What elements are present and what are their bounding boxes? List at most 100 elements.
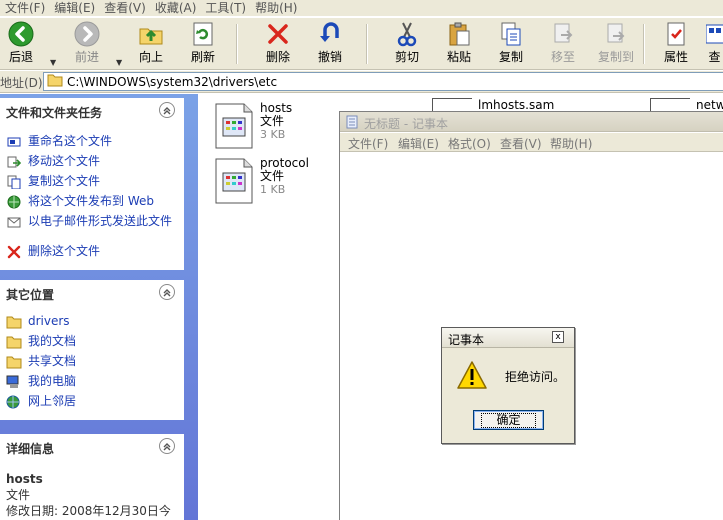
copy-to-icon [602,20,630,48]
forward-arrow-icon [73,20,101,48]
copy-to-button[interactable]: 复制到 [598,20,634,68]
file-icon-lmhosts[interactable] [432,98,472,111]
properties-icon [662,20,690,48]
task-move[interactable]: 移动这个文件 [6,154,176,170]
folder-icon [6,354,22,370]
file-tasks-title: 文件和文件夹任务 [6,106,103,120]
undo-button[interactable]: 撤销 [315,20,345,68]
move-to-button[interactable]: 移至 [548,20,578,68]
notepad-menu-edit[interactable]: 编辑(E) [398,135,439,152]
folder-icon [6,314,22,330]
menu-edit[interactable]: 编辑(E) [51,1,101,16]
place-network-label: 网上邻居 [28,394,77,408]
properties-label: 属性 [663,50,688,64]
back-label: 后退 [8,50,33,64]
task-delete-label: 删除这个文件 [28,244,101,258]
notepad-menu-help[interactable]: 帮助(H) [550,135,592,152]
menu-help[interactable]: 帮助(H) [252,1,303,16]
menu-view[interactable]: 查看(V) [101,1,152,16]
delete-button[interactable]: 删除 [263,20,293,68]
folder-icon [47,73,63,90]
details-file-type: 文件 [6,488,31,502]
notepad-menu-view[interactable]: 查看(V) [500,135,542,152]
folder-icon [6,334,22,350]
file-meta: protocol 文件 1 KB [260,157,309,205]
copy-button[interactable]: 复制 [496,20,526,68]
explorer-toolbar: 后退 ▼ 前进 ▼ 向上 刷新 删除 撤销 剪切 粘贴 复制 移至 复制到 属性… [0,18,723,70]
cut-button[interactable]: 剪切 [392,20,422,68]
task-copy[interactable]: 复制这个文件 [6,174,176,190]
copy-to-label: 复制到 [598,50,635,64]
other-places-title: 其它位置 [6,288,55,302]
notepad-title: 无标题 - 记事本 [364,117,448,131]
dialog-title: 记事本 [448,333,485,347]
up-button[interactable]: 向上 [136,20,166,68]
address-label: 地址(D) [0,76,43,90]
menu-favorites[interactable]: 收藏(A) [152,1,203,16]
task-email-label: 以电子邮件形式发送此文件 [28,214,173,228]
collapse-icon[interactable] [159,438,175,454]
place-my-computer[interactable]: 我的电脑 [6,374,176,390]
task-email[interactable]: 以电子邮件形式发送此文件 [6,214,176,230]
delete-x-icon [264,20,292,48]
back-button[interactable]: 后退 [6,20,36,68]
copy-pages-icon [497,20,525,48]
notepad-titlebar[interactable]: 无标题 - 记事本 [340,112,723,132]
email-icon [6,214,22,230]
place-shared-documents-label: 共享文档 [28,354,77,368]
file-name-lmhosts[interactable]: lmhosts.sam [478,98,554,112]
menu-file[interactable]: 文件(F) [2,1,51,16]
details-header[interactable]: 详细信息 [0,434,184,458]
clipboard-icon [445,20,473,48]
forward-dropdown-icon[interactable]: ▼ [116,58,122,67]
scissors-icon [393,20,421,48]
forward-label: 前进 [74,50,99,64]
views-button[interactable]: 查 [706,20,723,68]
computer-icon [6,374,22,390]
place-shared-documents[interactable]: 共享文档 [6,354,176,370]
collapse-icon[interactable] [159,102,175,118]
place-drivers[interactable]: drivers [6,314,176,330]
address-bar: 地址(D) C:\WINDOWS\system32\drivers\etc [0,71,723,93]
other-places-header[interactable]: 其它位置 [0,280,184,304]
refresh-icon [189,20,217,48]
properties-button[interactable]: 属性 [661,20,691,68]
paste-button[interactable]: 粘贴 [444,20,474,68]
paste-label: 粘贴 [446,50,471,64]
collapse-icon[interactable] [159,284,175,300]
file-icon-networks[interactable] [650,98,690,111]
file-tasks-header[interactable]: 文件和文件夹任务 [0,98,184,122]
back-dropdown-icon[interactable]: ▼ [50,58,56,67]
task-rename[interactable]: 重命名这个文件 [6,134,176,150]
other-places-group: 其它位置 drivers 我的文档 共享文档 我的电脑 网上邻居 [0,280,184,420]
file-meta: hosts 文件 3 KB [260,102,292,150]
other-places-body: drivers 我的文档 共享文档 我的电脑 网上邻居 [0,304,184,420]
address-input[interactable]: C:\WINDOWS\system32\drivers\etc [43,72,723,91]
place-network[interactable]: 网上邻居 [6,394,176,410]
file-name-networks[interactable]: netw [696,98,723,112]
menu-tools[interactable]: 工具(T) [202,1,252,16]
file-tasks-group: 文件和文件夹任务 重命名这个文件 移动这个文件 复制这个文件 将这个文件发布到 … [0,98,184,270]
views-label: 查 [708,50,721,64]
task-rename-label: 重命名这个文件 [28,134,113,148]
file-item-hosts[interactable]: hosts 文件 3 KB [214,102,292,150]
ok-button[interactable]: 确定 [473,410,544,430]
notepad-menu-file[interactable]: 文件(F) [348,135,388,152]
copy-file-icon [6,174,22,190]
delete-label: 删除 [265,50,290,64]
refresh-button[interactable]: 刷新 [188,20,218,68]
file-tasks-body: 重命名这个文件 移动这个文件 复制这个文件 将这个文件发布到 Web 以电子邮件… [0,122,184,270]
undo-icon [316,20,344,48]
system-file-icon [214,102,254,150]
place-my-documents[interactable]: 我的文档 [6,334,176,350]
notepad-window: 无标题 - 记事本 文件(F) 编辑(E) 格式(O) 查看(V) 帮助(H) [339,111,723,520]
file-item-protocol[interactable]: protocol 文件 1 KB [214,157,309,205]
close-icon[interactable]: x [552,331,564,343]
forward-button[interactable]: 前进 [72,20,102,68]
notepad-menu-format[interactable]: 格式(O) [448,135,491,152]
task-delete[interactable]: 删除这个文件 [6,244,176,260]
dialog-titlebar[interactable]: 记事本 x [442,328,574,348]
place-my-documents-label: 我的文档 [28,334,77,348]
task-publish-web[interactable]: 将这个文件发布到 Web [6,194,176,210]
rename-icon [6,134,22,150]
